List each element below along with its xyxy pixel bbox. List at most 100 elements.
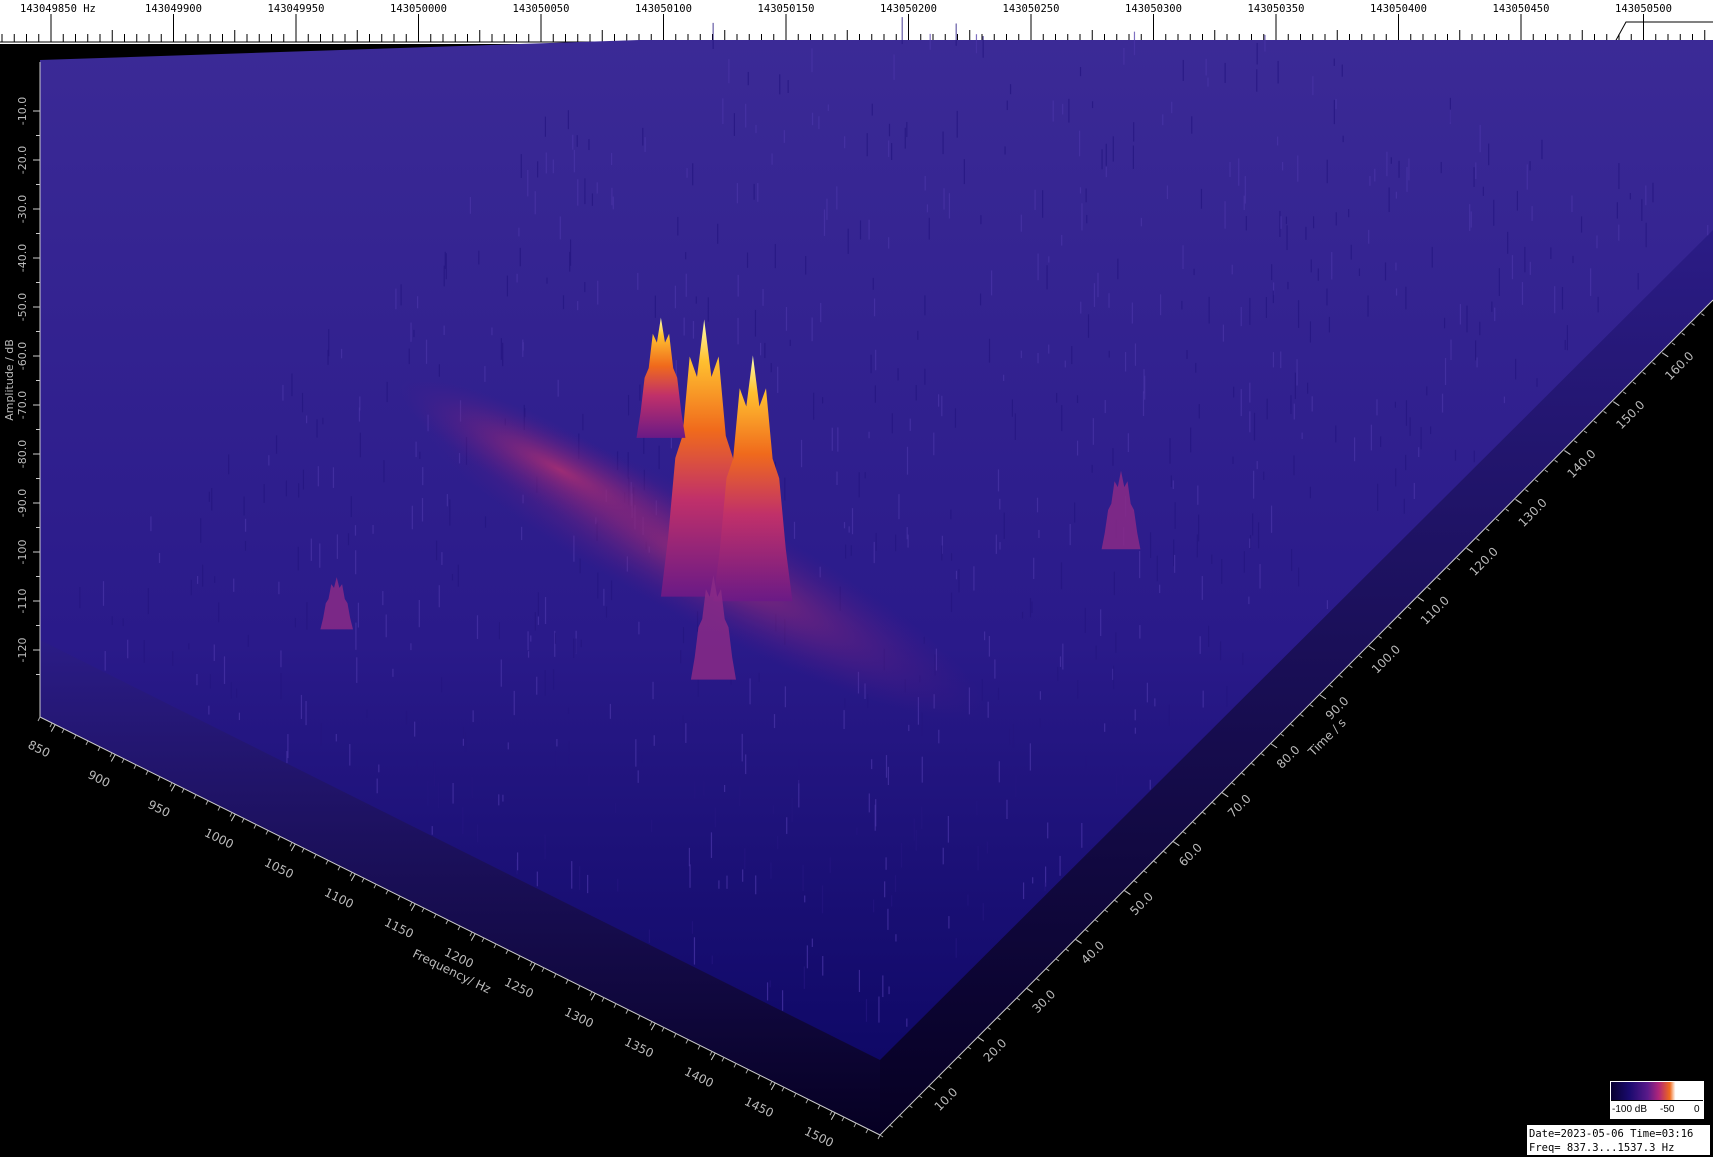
frequency-tick	[590, 993, 596, 1001]
time-minor-tick	[1065, 948, 1070, 952]
frequency-tick	[530, 963, 536, 971]
ruler-label: 143050100	[635, 3, 692, 15]
frequency-minor-tick	[685, 1039, 689, 1044]
frequency-minor-tick	[133, 764, 137, 769]
ruler-label: 143050400	[1370, 3, 1427, 15]
ruler-label: 143050250	[1003, 3, 1060, 15]
time-tick-label: 130.0	[1516, 496, 1550, 530]
time-minor-tick	[1534, 479, 1539, 483]
frequency-minor-tick	[313, 854, 317, 859]
frequency-minor-tick	[793, 1092, 797, 1098]
time-minor-tick	[1300, 714, 1304, 717]
time-minor-tick	[928, 1085, 933, 1089]
frequency-minor-tick	[721, 1057, 725, 1062]
frequency-tick	[710, 1052, 716, 1061]
time-minor-tick	[1104, 909, 1109, 913]
time-minor-tick	[1515, 499, 1519, 502]
frequency-ruler-ticks: 143049850 Hz 143049900 143049950 143050000 1…	[0, 3, 1713, 43]
time-minor-tick	[1613, 401, 1617, 405]
time-minor-tick	[1603, 411, 1607, 414]
amplitude-tick-label: -100	[16, 540, 29, 565]
time-minor-tick	[1593, 420, 1598, 424]
amplitude-tick-label: -10.0	[16, 97, 29, 125]
frequency-tick	[170, 784, 176, 792]
frequency-minor-tick	[361, 878, 365, 883]
time-tick-label: 100.0	[1369, 642, 1403, 676]
frequency-minor-tick	[745, 1069, 749, 1074]
frequency-minor-tick	[301, 848, 305, 853]
amplitude-tick-label: -110	[16, 589, 29, 614]
time-minor-tick	[1632, 381, 1637, 385]
time-minor-tick	[1622, 391, 1627, 395]
frequency-minor-tick	[433, 913, 437, 919]
amplitude-axis-label: Amplitude / dB	[3, 339, 16, 421]
time-minor-tick	[1427, 587, 1431, 590]
time-minor-tick	[1573, 440, 1578, 444]
frequency-minor-tick	[469, 931, 473, 937]
amplitude-tick-label: -60.0	[16, 342, 29, 370]
frequency-minor-tick	[253, 824, 257, 829]
time-tick-label: 150.0	[1613, 398, 1647, 432]
time-minor-tick	[879, 1134, 884, 1138]
frequency-tick-label: 1150	[382, 915, 416, 941]
frequency-minor-tick	[853, 1122, 857, 1128]
time-minor-tick	[1173, 841, 1177, 845]
time-minor-tick	[1231, 782, 1236, 786]
time-minor-tick	[967, 1046, 972, 1050]
time-minor-tick	[1554, 459, 1558, 463]
time-minor-tick	[977, 1036, 982, 1040]
time-minor-tick	[1701, 313, 1705, 317]
time-tick-label: 60.0	[1176, 840, 1205, 869]
legend-label-mid: -50	[1660, 1104, 1675, 1115]
frequency-minor-tick	[169, 782, 173, 787]
time-tick-label: 70.0	[1225, 792, 1254, 821]
frequency-tick-label: 1100	[322, 885, 356, 911]
ruler-label: 143049900	[145, 3, 202, 15]
time-minor-tick	[1055, 958, 1060, 962]
time-minor-tick	[997, 1017, 1001, 1021]
frequency-minor-tick	[49, 722, 53, 728]
frequency-minor-tick	[145, 770, 149, 775]
frequency-tick	[770, 1082, 776, 1091]
frequency-minor-tick	[781, 1087, 785, 1092]
frequency-minor-tick	[877, 1134, 881, 1140]
frequency-minor-tick	[349, 872, 353, 877]
frequency-minor-tick	[181, 788, 185, 793]
waterfall-surface	[40, 17, 1713, 1135]
ruler-label: 143050450	[1493, 3, 1550, 15]
frequency-tick-label: 1000	[202, 826, 236, 852]
amplitude-tick-label: -90.0	[16, 489, 29, 517]
frequency-minor-tick	[205, 800, 209, 805]
time-minor-tick	[1671, 342, 1676, 346]
frequency-minor-tick	[493, 943, 497, 949]
time-minor-tick	[1388, 626, 1392, 629]
frequency-minor-tick	[385, 889, 389, 895]
time-minor-tick	[1309, 704, 1314, 708]
frequency-minor-tick	[445, 919, 449, 925]
frequency-minor-tick	[325, 860, 329, 865]
frequency-minor-tick	[697, 1045, 701, 1050]
time-minor-tick	[1456, 557, 1461, 561]
time-minor-tick	[899, 1115, 903, 1118]
frequency-minor-tick	[289, 842, 293, 847]
time-minor-tick	[1182, 831, 1187, 835]
time-minor-tick	[1202, 811, 1206, 815]
time-minor-tick	[1476, 538, 1480, 541]
time-minor-tick	[1133, 880, 1138, 884]
frequency-tick	[230, 813, 236, 822]
time-minor-tick	[1358, 655, 1363, 659]
frequency-tick-label: 1450	[742, 1094, 776, 1120]
frequency-minor-tick	[817, 1104, 821, 1110]
time-minor-tick	[1094, 919, 1099, 923]
amplitude-tick-label: -20.0	[16, 146, 29, 174]
frequency-minor-tick	[373, 883, 377, 889]
ruler-label: 143049850 Hz	[20, 3, 96, 15]
time-tick-label: 50.0	[1127, 889, 1156, 918]
waterfall-plot: 143049850 Hz 143049900 143049950 143050000 1…	[0, 3, 1713, 1150]
time-minor-tick	[1221, 792, 1226, 796]
frequency-minor-tick	[769, 1081, 773, 1086]
frequency-minor-tick	[505, 949, 509, 955]
frequency-tick	[350, 873, 356, 882]
time-minor-tick	[1437, 577, 1441, 581]
ruler-label: 143049950	[268, 3, 325, 15]
